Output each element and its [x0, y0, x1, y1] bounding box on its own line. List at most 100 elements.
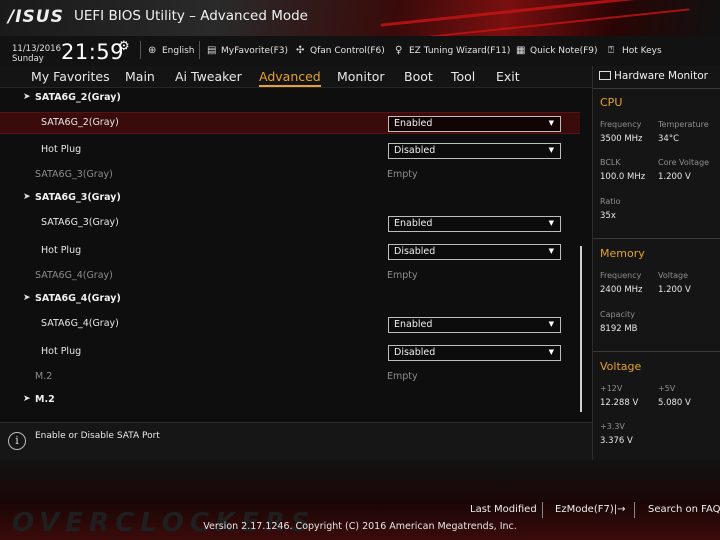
setting-row-sata6g-4[interactable]: SATA6G_4(Gray) Enabled ▼ [0, 314, 580, 336]
setting-label: Hot Plug [41, 245, 82, 256]
setting-label: SATA6G_3(Gray) [41, 217, 119, 228]
info-row-sata6g-4: SATA6G_4(Gray) Empty [0, 266, 580, 288]
divider [542, 502, 543, 518]
setting-label: SATA6G_4(Gray) [41, 318, 119, 329]
main-menu: My Favorites Main Ai Tweaker Advanced Mo… [0, 66, 592, 88]
v12-value: 12.288 V [600, 398, 639, 408]
divider [593, 351, 720, 352]
tab-advanced[interactable]: Advanced [259, 69, 321, 87]
ratio-value: 35x [600, 211, 616, 221]
group-m2[interactable]: ➤ M.2 [0, 390, 580, 412]
group-sata6g-2[interactable]: ➤ SATA6G_2(Gray) [0, 88, 580, 110]
setting-label: Hot Plug [41, 144, 82, 155]
v5-value: 5.080 V [658, 398, 691, 408]
note-icon: ▦ [516, 45, 526, 56]
copyright-text: Version 2.17.1246. Copyright (C) 2016 Am… [203, 521, 517, 532]
setting-row-hot-plug-3[interactable]: Hot Plug Disabled ▼ [0, 241, 580, 263]
group-label: M.2 [35, 394, 55, 405]
question-icon: ⍰ [608, 45, 614, 56]
tab-tool[interactable]: Tool [451, 69, 475, 84]
setting-row-hot-plug-4[interactable]: Hot Plug Disabled ▼ [0, 342, 580, 364]
date-display: 11/13/2016 Sunday [12, 44, 61, 64]
date-text: 11/13/2016 [12, 44, 61, 54]
hot-keys-button[interactable]: ⍰ Hot Keys [608, 45, 662, 56]
scrollbar[interactable] [580, 246, 582, 412]
bclk-value: 100.0 MHz [600, 172, 646, 182]
v33-value: 3.376 V [600, 436, 633, 446]
favorite-icon: ▤ [207, 45, 217, 56]
qfan-control-button[interactable]: ✣ Qfan Control(F6) [296, 45, 385, 56]
core-voltage-label: Core Voltage [658, 158, 710, 167]
group-label: SATA6G_4(Gray) [35, 293, 121, 304]
setting-row-hot-plug-2[interactable]: Hot Plug Disabled ▼ [0, 140, 580, 162]
search-faq-button[interactable]: Search on FAQ [648, 504, 720, 515]
port-label: SATA6G_4(Gray) [35, 270, 113, 281]
dropdown-arrow-icon: ▼ [548, 119, 554, 127]
hot-plug-2-select[interactable]: Disabled ▼ [388, 143, 561, 159]
ratio-label: Ratio [600, 197, 621, 206]
divider [140, 41, 141, 59]
quick-note-button[interactable]: ▦ Quick Note(F9) [516, 45, 598, 56]
info-icon: i [8, 432, 26, 450]
memory-frequency-value: 2400 MHz [600, 285, 643, 295]
dropdown-arrow-icon: ▼ [548, 320, 554, 328]
tab-boot[interactable]: Boot [404, 69, 433, 84]
hot-plug-4-select[interactable]: Disabled ▼ [388, 345, 561, 361]
myfavorite-button[interactable]: ▤ MyFavorite(F3) [207, 45, 288, 56]
divider [593, 238, 720, 239]
core-voltage-value: 1.200 V [658, 172, 691, 182]
footer: OVERCLOCKERS Last Modified EzMode(F7)|→ … [0, 460, 720, 540]
setting-label: SATA6G_2(Gray) [41, 117, 119, 128]
gear-icon[interactable]: ⚙ [118, 39, 130, 54]
ezmode-button[interactable]: EzMode(F7)|→ [555, 504, 625, 515]
group-sata6g-3[interactable]: ➤ SATA6G_3(Gray) [0, 188, 580, 210]
v12-label: +12V [600, 384, 623, 393]
divider [634, 502, 635, 518]
cpu-frequency-label: Frequency [600, 120, 642, 129]
hot-plug-3-select[interactable]: Disabled ▼ [388, 244, 561, 260]
divider [199, 41, 200, 59]
language-button[interactable]: ⊕ English [148, 45, 195, 56]
capacity-label: Capacity [600, 310, 635, 319]
title-banner: /ISUS UEFI BIOS Utility – Advanced Mode [0, 0, 720, 36]
expand-arrow-icon: ➤ [23, 192, 31, 202]
expand-arrow-icon: ➤ [23, 293, 31, 303]
group-sata6g-4[interactable]: ➤ SATA6G_4(Gray) [0, 289, 580, 311]
hardware-monitor-title: Hardware Monitor [599, 70, 708, 82]
cpu-frequency-value: 3500 MHz [600, 134, 643, 144]
bulb-icon: ♀ [395, 45, 403, 56]
tab-my-favorites[interactable]: My Favorites [31, 69, 110, 84]
cpu-heading: CPU [600, 96, 623, 109]
expand-arrow-icon: ➤ [23, 394, 31, 404]
monitor-icon [599, 71, 611, 80]
setting-row-sata6g-2[interactable]: SATA6G_2(Gray) Enabled ▼ [0, 112, 580, 134]
tab-monitor[interactable]: Monitor [337, 69, 385, 84]
voltage-heading: Voltage [600, 360, 642, 373]
memory-voltage-value: 1.200 V [658, 285, 691, 295]
port-status: Empty [387, 169, 418, 180]
tab-main[interactable]: Main [125, 69, 155, 84]
help-bar: i Enable or Disable SATA Port [0, 422, 592, 460]
sata6g-2-select[interactable]: Enabled ▼ [388, 116, 561, 132]
asus-logo: /ISUS [8, 7, 64, 27]
expand-arrow-icon: ➤ [23, 92, 31, 102]
ez-tuning-wizard-button[interactable]: ♀ EZ Tuning Wizard(F11) [395, 45, 510, 56]
group-label: SATA6G_3(Gray) [35, 192, 121, 203]
memory-frequency-label: Frequency [600, 271, 642, 280]
divider [593, 88, 720, 89]
setting-row-sata6g-3[interactable]: SATA6G_3(Gray) Enabled ▼ [0, 213, 580, 235]
sata6g-3-select[interactable]: Enabled ▼ [388, 216, 561, 232]
day-text: Sunday [12, 54, 44, 64]
tab-ai-tweaker[interactable]: Ai Tweaker [175, 69, 242, 84]
dropdown-arrow-icon: ▼ [548, 348, 554, 356]
app-title: UEFI BIOS Utility – Advanced Mode [74, 8, 308, 24]
capacity-value: 8192 MB [600, 324, 638, 334]
settings-panel: ➤ SATA6G_2(Gray) SATA6G_2(Gray) Enabled … [0, 88, 592, 416]
hardware-monitor-panel: Hardware Monitor CPU Frequency Temperatu… [592, 66, 720, 460]
port-status: Empty [387, 371, 418, 382]
last-modified-button[interactable]: Last Modified [470, 504, 537, 515]
fan-icon: ✣ [296, 45, 305, 56]
tab-exit[interactable]: Exit [496, 69, 520, 84]
clock-display: 21:59 [61, 40, 125, 64]
sata6g-4-select[interactable]: Enabled ▼ [388, 317, 561, 333]
